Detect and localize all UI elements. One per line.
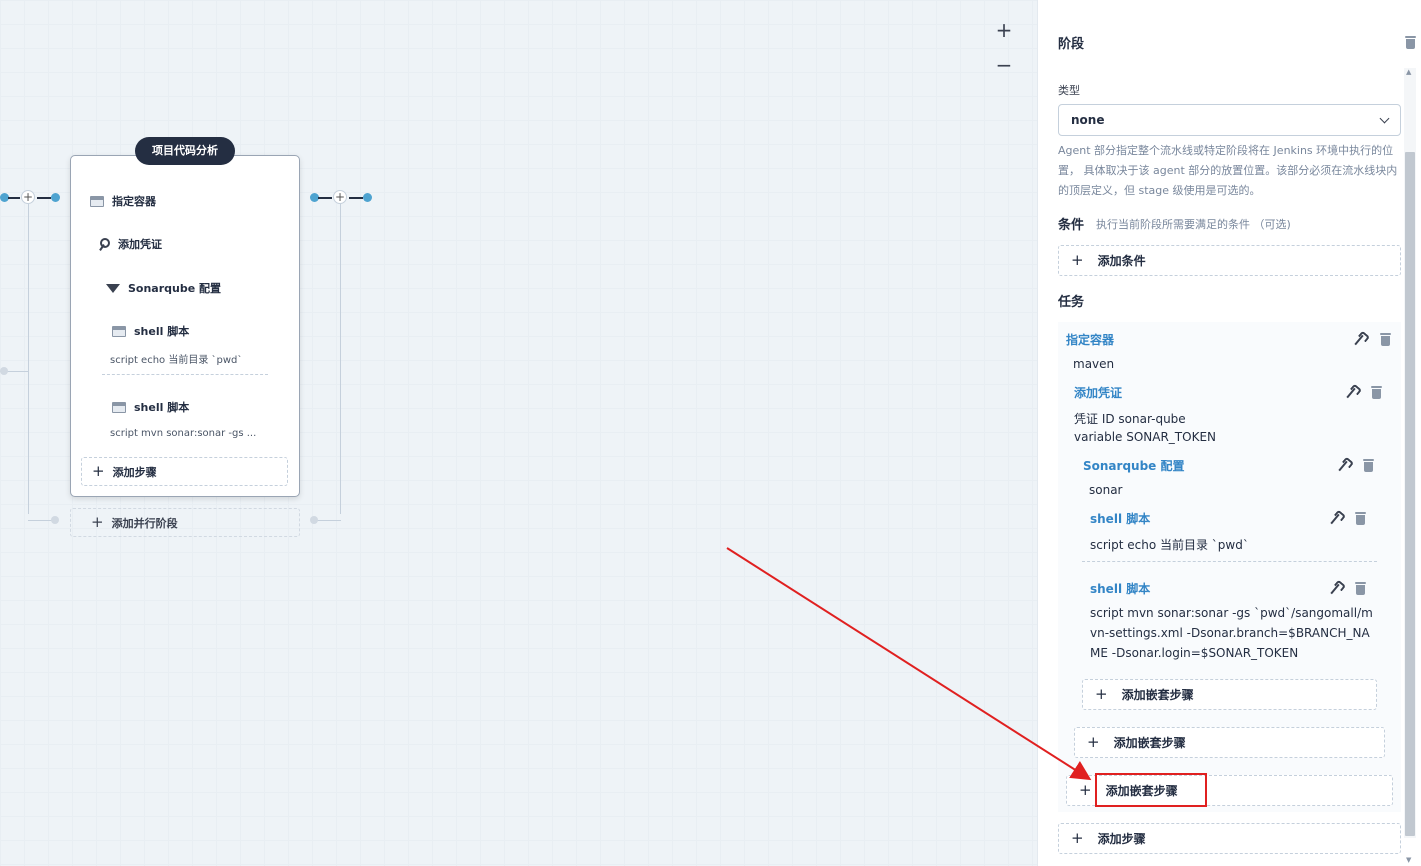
add-step-panel-button[interactable]: + 添加步骤 [1058, 823, 1401, 854]
stage-title[interactable]: 项目代码分析 [135, 137, 235, 165]
divider [1082, 561, 1377, 562]
branch-line [28, 204, 29, 514]
conditions-title: 条件 [1058, 218, 1085, 233]
plus-icon: + [1071, 251, 1084, 269]
add-nested-label: 添加嵌套步骤 [1113, 736, 1186, 750]
scroll-up-icon[interactable]: ▲ [1406, 68, 1411, 76]
add-nested-label: 添加嵌套步骤 [1121, 688, 1194, 702]
credential-id: 凭证 ID sonar-qube [1074, 412, 1186, 426]
card-step-label: shell 脚本 [134, 401, 190, 414]
edit-shell-1-icon[interactable] [1329, 513, 1341, 525]
shell-1-script: script echo 当前目录 `pwd` [1090, 538, 1249, 552]
add-nested-step-button-1[interactable]: + 添加嵌套步骤 [1082, 679, 1377, 710]
shell-2-script: script mvn sonar:sonar -gs `pwd`/sangoma… [1090, 606, 1373, 660]
plus-icon: + [1079, 781, 1092, 799]
delete-container-icon[interactable] [1380, 333, 1391, 346]
card-step-shell-1[interactable]: shell 脚本 [112, 323, 189, 339]
edit-shell-2-icon[interactable] [1329, 583, 1341, 595]
edit-credential-icon[interactable] [1345, 387, 1357, 399]
key-icon [100, 238, 110, 250]
connector-dot [363, 193, 372, 202]
add-parallel-label: 添加并行阶段 [111, 516, 178, 530]
type-select[interactable]: none [1058, 104, 1401, 136]
scrollbar-thumb[interactable] [1405, 152, 1415, 836]
plus-icon: + [92, 462, 105, 480]
connector-add-button[interactable]: + [333, 190, 347, 204]
card-step-shell-2[interactable]: shell 脚本 [112, 399, 189, 415]
scroll-down-icon[interactable]: ▼ [1406, 856, 1411, 864]
delete-shell-2-icon[interactable] [1355, 582, 1366, 595]
divider [102, 374, 268, 375]
annotation-highlight-box [1095, 773, 1207, 807]
card-step-label: 添加凭证 [118, 238, 162, 251]
chevron-down-icon [1379, 113, 1390, 124]
panel-title: 阶段 [1058, 37, 1085, 52]
card-step-sub: script mvn sonar:sonar -gs ... [110, 428, 257, 439]
branch-dot [51, 516, 59, 524]
delete-credential-icon[interactable] [1371, 386, 1382, 399]
add-step-label: 添加步骤 [112, 465, 157, 479]
connector-line [37, 197, 51, 199]
edit-container-icon[interactable] [1353, 334, 1365, 346]
credential-variable: variable SONAR_TOKEN [1074, 430, 1217, 444]
tasks-title: 任务 [1058, 295, 1085, 310]
add-step-button[interactable]: + 添加步骤 [81, 457, 288, 486]
add-nested-step-button-2[interactable]: + 添加嵌套步骤 [1074, 727, 1385, 758]
sonar-icon [106, 283, 120, 293]
connector-line [8, 197, 20, 199]
delete-sonarqube-icon[interactable] [1363, 459, 1374, 472]
agent-description: Agent 部分指定整个流水线或特定阶段将在 Jenkins 环境中执行的位置，… [1058, 144, 1398, 197]
plus-icon: + [1095, 685, 1108, 703]
connector-line [318, 197, 332, 199]
branch-dot [310, 516, 318, 524]
task-shell-2-link[interactable]: shell 脚本 [1090, 580, 1150, 597]
branch-dot [0, 367, 8, 375]
branch-line [316, 520, 341, 521]
plus-icon: + [91, 513, 104, 531]
card-step-label: Sonarqube 配置 [128, 282, 222, 295]
type-select-value: none [1071, 113, 1105, 127]
connector-line [349, 197, 363, 199]
zoom-out-button[interactable]: − [994, 55, 1014, 75]
card-step-container[interactable]: 指定容器 [90, 193, 156, 209]
connector-add-button[interactable]: + [21, 190, 35, 204]
connector-dot [51, 193, 60, 202]
type-label: 类型 [1058, 84, 1080, 97]
terminal-icon [112, 401, 126, 413]
add-condition-label: 添加条件 [1097, 254, 1146, 268]
task-container-link[interactable]: 指定容器 [1066, 331, 1114, 348]
delete-shell-1-icon[interactable] [1355, 512, 1366, 525]
add-parallel-stage-button[interactable]: + 添加并行阶段 [70, 508, 300, 537]
conditions-note: 执行当前阶段所需要满足的条件 （可选) [1096, 218, 1291, 231]
task-shell-1-link[interactable]: shell 脚本 [1090, 510, 1150, 527]
terminal-icon [112, 325, 126, 337]
card-step-sub: script echo 当前目录 `pwd` [110, 355, 243, 366]
card-step-label: 指定容器 [112, 195, 156, 208]
branch-line [340, 204, 341, 514]
edit-sonarqube-icon[interactable] [1337, 460, 1349, 472]
add-condition-button[interactable]: + 添加条件 [1058, 245, 1401, 276]
container-value: maven [1073, 357, 1115, 371]
delete-stage-icon[interactable] [1405, 36, 1416, 49]
card-step-label: shell 脚本 [134, 325, 190, 338]
zoom-in-button[interactable]: + [994, 20, 1014, 40]
add-step-label: 添加步骤 [1097, 832, 1146, 846]
plus-icon: + [1087, 733, 1100, 751]
plus-icon: + [1071, 829, 1084, 847]
sonarqube-value: sonar [1089, 483, 1123, 497]
container-icon [90, 195, 104, 207]
task-credential-link[interactable]: 添加凭证 [1074, 384, 1122, 401]
card-step-credential[interactable]: 添加凭证 [100, 236, 162, 252]
task-sonarqube-link[interactable]: Sonarqube 配置 [1083, 457, 1185, 474]
card-step-sonarqube[interactable]: Sonarqube 配置 [106, 280, 221, 296]
